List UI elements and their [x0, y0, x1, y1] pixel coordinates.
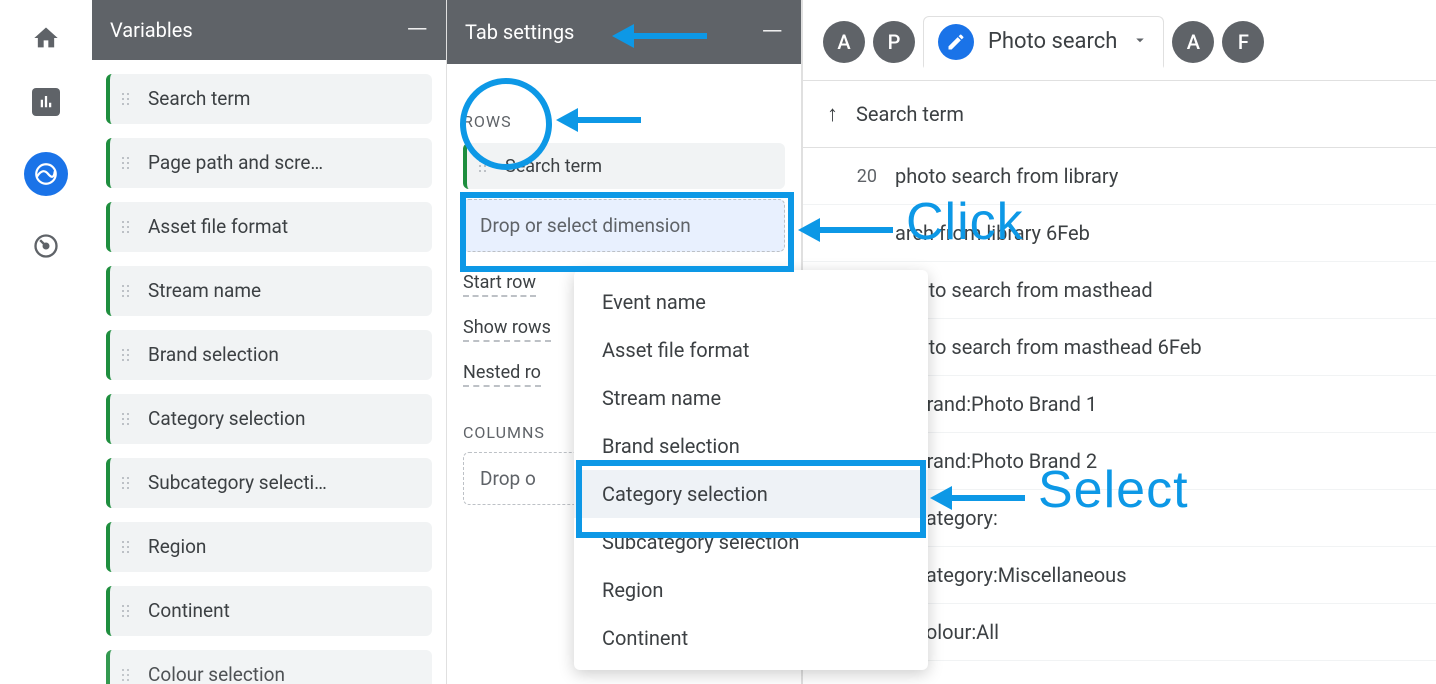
variables-title: Variables — [110, 18, 193, 42]
drag-icon — [479, 160, 493, 172]
nested-rows-field[interactable]: Nested ro — [463, 362, 541, 387]
dimension-chip[interactable]: Region — [106, 522, 432, 572]
dimension-chip[interactable]: Asset file format — [106, 202, 432, 252]
dropdown-item[interactable]: Continent — [574, 614, 928, 662]
home-icon[interactable] — [32, 24, 60, 52]
rows-dropzone[interactable]: Drop or select dimension — [463, 199, 785, 252]
dimension-chip[interactable]: Search term — [106, 74, 432, 124]
dropdown-item[interactable]: Brand selection — [574, 422, 928, 470]
variables-header: Variables — — [92, 0, 446, 60]
table-row[interactable]: 20photo search from library — [803, 148, 1436, 205]
dimension-chip[interactable]: Page path and scre… — [106, 138, 432, 188]
rows-chip-search-term[interactable]: Search term — [463, 143, 785, 189]
start-row-field[interactable]: Start row — [463, 272, 536, 297]
variables-list: Search term Page path and scre… Asset fi… — [92, 60, 446, 684]
settings-title: Tab settings — [465, 20, 574, 44]
table-header-row: ↑ Search term — [803, 80, 1436, 148]
drag-icon — [122, 285, 136, 297]
explore-icon[interactable] — [24, 152, 68, 196]
variables-panel: Variables — Search term Page path and sc… — [92, 0, 447, 684]
chart-icon[interactable] — [32, 88, 60, 116]
drag-icon — [122, 669, 136, 681]
dropdown-item[interactable]: Region — [574, 566, 928, 614]
sort-arrow-icon[interactable]: ↑ — [827, 101, 838, 127]
tabs-row: A P Photo search A F — [803, 0, 1436, 80]
nav-rail — [0, 0, 92, 684]
drag-icon — [122, 349, 136, 361]
dimension-dropdown[interactable]: Event name Asset file format Stream name… — [574, 270, 928, 670]
tab-circle[interactable]: A — [823, 21, 865, 63]
dimension-chip[interactable]: Brand selection — [106, 330, 432, 380]
radar-icon[interactable] — [32, 232, 60, 260]
dimension-chip[interactable]: Subcategory selecti… — [106, 458, 432, 508]
drag-icon — [122, 93, 136, 105]
dropdown-item[interactable]: Asset file format — [574, 326, 928, 374]
dimension-chip[interactable]: Colour selection — [106, 650, 432, 684]
dropdown-item[interactable]: Category selection — [574, 470, 928, 518]
table-row[interactable]: arch from library 6Feb — [803, 205, 1436, 262]
drag-icon — [122, 413, 136, 425]
tab-circle[interactable]: A — [1172, 21, 1214, 63]
drag-icon — [122, 605, 136, 617]
dimension-chip[interactable]: Stream name — [106, 266, 432, 316]
show-rows-field[interactable]: Show rows — [463, 317, 551, 342]
dropdown-item[interactable]: Subcategory selection — [574, 518, 928, 566]
dimension-chip[interactable]: Category selection — [106, 394, 432, 444]
drag-icon — [122, 477, 136, 489]
tab-active[interactable]: Photo search — [923, 16, 1164, 68]
settings-header: Tab settings — — [447, 0, 801, 64]
drag-icon — [122, 541, 136, 553]
collapse-icon[interactable]: — — [761, 18, 783, 46]
table-header-label: Search term — [856, 102, 964, 126]
dropdown-item[interactable]: Event name — [574, 278, 928, 326]
drag-icon — [122, 157, 136, 169]
tab-circle[interactable]: F — [1222, 21, 1264, 63]
dimension-chip[interactable]: Continent — [106, 586, 432, 636]
rows-section-label: ROWS — [463, 112, 512, 135]
pencil-icon — [938, 24, 974, 60]
drag-icon — [122, 221, 136, 233]
tab-circle[interactable]: P — [873, 21, 915, 63]
dropdown-item[interactable]: Stream name — [574, 374, 928, 422]
collapse-icon[interactable]: — — [406, 16, 428, 44]
chevron-down-icon[interactable] — [1131, 31, 1149, 53]
tab-active-title: Photo search — [988, 29, 1117, 54]
